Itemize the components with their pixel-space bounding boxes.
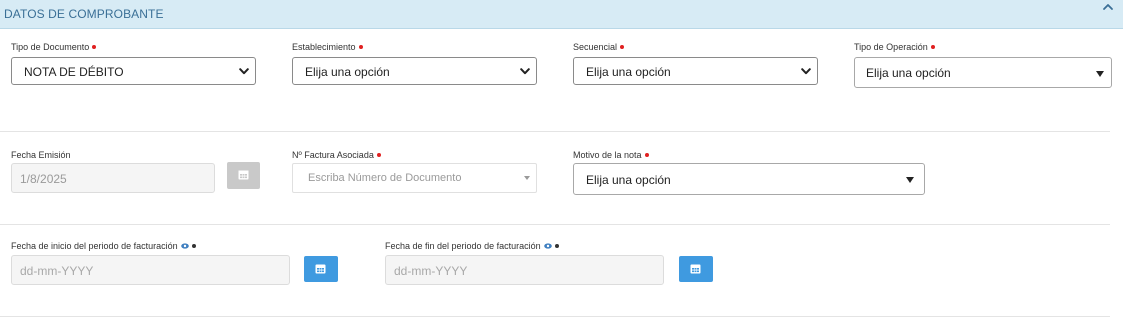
required-indicator: [644, 152, 649, 157]
calendar-icon: [238, 170, 249, 180]
factura-asociada-placeholder: Escriba Número de Documento: [308, 172, 462, 184]
required-indicator: [930, 44, 935, 49]
establecimiento-label: Establecimiento: [292, 42, 363, 52]
motivo-select[interactable]: Elija una opción: [573, 163, 925, 195]
chevron-down-icon: [520, 68, 530, 75]
tipo-operacion-select[interactable]: Elija una opción: [854, 57, 1112, 88]
factura-asociada-label: Nº Factura Asociada: [292, 150, 381, 160]
fecha-inicio-input[interactable]: dd-mm-YYYY: [11, 255, 290, 285]
required-indicator: [358, 44, 363, 49]
motivo-label: Motivo de la nota: [573, 150, 649, 160]
eye-icon[interactable]: [544, 243, 552, 249]
caret-down-icon: [1096, 71, 1104, 77]
required-indicator: [192, 243, 197, 248]
required-indicator: [92, 44, 97, 49]
calendar-icon: [315, 264, 326, 274]
eye-icon[interactable]: [181, 243, 189, 249]
caret-down-icon: [524, 176, 530, 180]
row-divider: [0, 316, 1110, 317]
chevron-down-icon: [801, 68, 811, 75]
fecha-fin-calendar-button[interactable]: [679, 256, 713, 282]
fecha-emision-label: Fecha Emisión: [11, 150, 71, 160]
fecha-fin-placeholder: dd-mm-YYYY: [394, 264, 468, 278]
row-divider: [0, 224, 1110, 225]
motivo-value: Elija una opción: [586, 173, 671, 187]
establecimiento-select[interactable]: Elija una opción: [292, 57, 537, 85]
caret-down-icon: [906, 177, 914, 183]
fecha-emision-value: 1/8/2025: [20, 172, 67, 186]
factura-asociada-combobox[interactable]: Escriba Número de Documento: [292, 163, 537, 193]
tipo-documento-select[interactable]: NOTA DE DÉBITO: [11, 57, 256, 85]
secuencial-label: Secuencial: [573, 42, 625, 52]
fecha-fin-input[interactable]: dd-mm-YYYY: [385, 255, 664, 285]
chevron-down-icon: [239, 68, 249, 75]
fecha-fin-label: Fecha de fin del periodo de facturación: [385, 241, 560, 251]
tipo-operacion-value: Elija una opción: [866, 66, 951, 80]
section-title: DATOS DE COMPROBANTE: [4, 7, 164, 21]
fecha-emision-input: 1/8/2025: [11, 163, 215, 193]
required-indicator: [376, 152, 381, 157]
secuencial-value: Elija una opción: [586, 65, 671, 79]
required-indicator: [555, 243, 560, 248]
section-header[interactable]: DATOS DE COMPROBANTE: [0, 0, 1123, 29]
required-indicator: [620, 44, 625, 49]
tipo-documento-value: NOTA DE DÉBITO: [24, 65, 124, 79]
fecha-inicio-calendar-button[interactable]: [304, 256, 338, 282]
calendar-icon: [690, 264, 701, 274]
fecha-emision-calendar-button: [227, 162, 260, 189]
establecimiento-value: Elija una opción: [305, 65, 390, 79]
row-divider: [0, 131, 1110, 132]
fecha-inicio-label: Fecha de inicio del periodo de facturaci…: [11, 241, 197, 251]
fecha-inicio-placeholder: dd-mm-YYYY: [20, 264, 94, 278]
tipo-documento-label: Tipo de Documento: [11, 42, 97, 52]
secuencial-select[interactable]: Elija una opción: [573, 57, 818, 85]
chevron-up-icon[interactable]: [1102, 2, 1114, 12]
tipo-operacion-label: Tipo de Operación: [854, 42, 935, 52]
